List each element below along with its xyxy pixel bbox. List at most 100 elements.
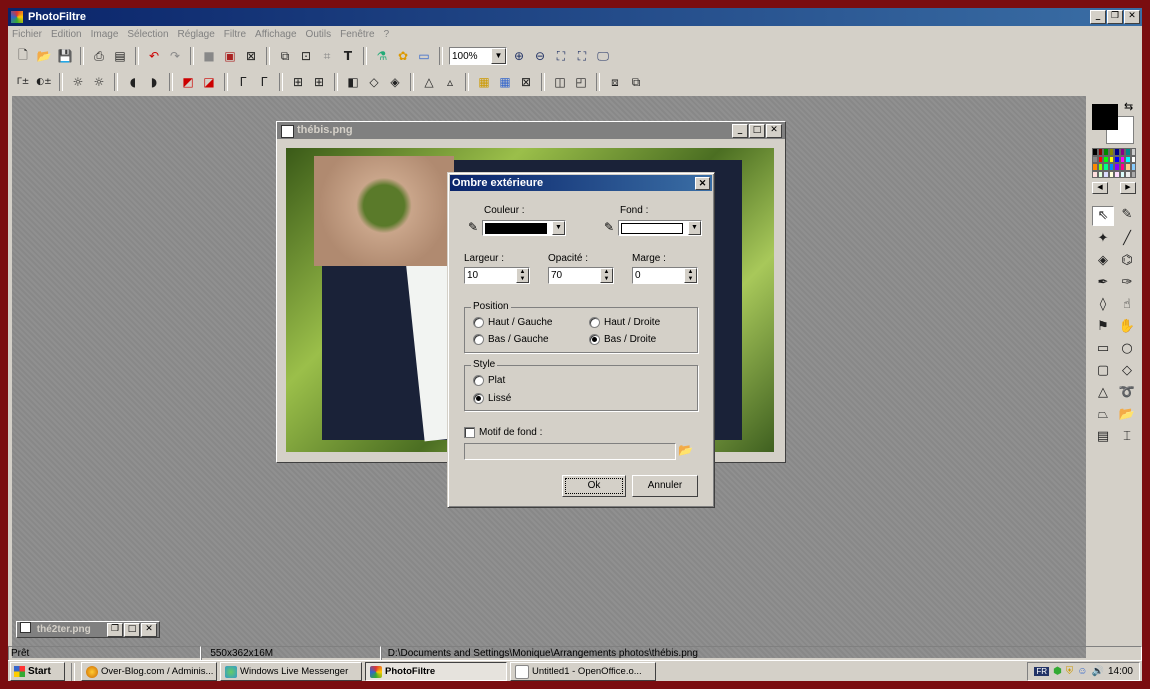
largeur-stepper[interactable]: 10 ▲ ▼: [464, 267, 530, 284]
saturation-plus-icon[interactable]: ◪: [200, 73, 218, 91]
brightness-minus-icon[interactable]: ☼: [69, 73, 87, 91]
batch-2-icon[interactable]: ⧉: [627, 73, 645, 91]
menu-fichier[interactable]: Fichier: [12, 26, 42, 43]
open-folder-icon[interactable]: 📂: [35, 47, 53, 65]
new-file-icon[interactable]: 🗋: [14, 47, 32, 65]
smudge-finger-icon[interactable]: ☝: [1116, 296, 1138, 314]
auto-contrast-icon[interactable]: ◐±: [35, 73, 53, 91]
print-icon[interactable]: ⎙: [90, 47, 108, 65]
advanced-brush-icon[interactable]: ✑: [1116, 274, 1138, 292]
restore-button[interactable]: ❐: [1107, 10, 1123, 24]
spray-icon[interactable]: ⌬: [1116, 252, 1138, 270]
fit-window-icon[interactable]: ⛶: [552, 47, 570, 65]
fond-select[interactable]: ▼: [618, 220, 702, 236]
scan-icon[interactable]: ▤: [111, 47, 129, 65]
drop-icon[interactable]: ◇: [365, 73, 383, 91]
couleur-eyedropper-icon[interactable]: ✎: [468, 220, 478, 234]
task-photofiltre[interactable]: PhotoFiltre: [365, 662, 507, 681]
motif-path-field[interactable]: [464, 443, 676, 460]
stamp-icon[interactable]: ⚑: [1092, 318, 1114, 336]
spin-arrows-icon[interactable]: ▲ ▼: [516, 268, 529, 283]
palette-scroll-right-icon[interactable]: ▶: [1120, 182, 1136, 194]
contrast-minus-icon[interactable]: ◖: [124, 73, 142, 91]
crop-icon[interactable]: ⌗: [318, 47, 336, 65]
saturation-minus-icon[interactable]: ◩: [179, 73, 197, 91]
chevron-down-icon[interactable]: ▼: [491, 48, 506, 64]
zoom-select[interactable]: 100% ▼: [449, 47, 507, 65]
rotate-icon[interactable]: ◰: [572, 73, 590, 91]
frame-3-icon[interactable]: ⊠: [517, 73, 535, 91]
drop-shadow-dialog[interactable]: Ombre extérieure ✕ Couleur : Fond : ✎ ▼ …: [447, 172, 715, 508]
menu-reglage[interactable]: Réglage: [178, 26, 215, 43]
blur-icon[interactable]: ◧: [344, 73, 362, 91]
canvas-size-icon[interactable]: ⊡: [297, 47, 315, 65]
cancel-button[interactable]: Annuler: [632, 475, 698, 497]
fill-bucket-icon[interactable]: ◈: [1092, 252, 1114, 270]
menu-filtre[interactable]: Filtre: [224, 26, 246, 43]
save-icon[interactable]: 💾: [56, 47, 74, 65]
radio-bas-droite[interactable]: Bas / Droite: [589, 334, 656, 345]
flip-icon[interactable]: ◫: [551, 73, 569, 91]
radio-haut-droite[interactable]: Haut / Droite: [589, 317, 660, 328]
fullscreen-icon[interactable]: 🖵: [594, 47, 612, 65]
image-size-icon[interactable]: ⧉: [276, 47, 294, 65]
lasso-icon[interactable]: ➰: [1116, 384, 1138, 402]
rounded-rect-select-icon[interactable]: ▢: [1092, 362, 1114, 380]
volume-icon[interactable]: 🔊: [1092, 666, 1104, 677]
plugin-icon[interactable]: ⚗: [373, 47, 391, 65]
window-icon[interactable]: ▭: [415, 47, 433, 65]
drop-2-icon[interactable]: ◈: [386, 73, 404, 91]
close-button[interactable]: ✕: [1124, 10, 1140, 24]
zoom-in-icon[interactable]: ⊕: [510, 47, 528, 65]
language-indicator[interactable]: FR: [1034, 667, 1050, 676]
doc-close-button[interactable]: ✕: [766, 124, 782, 138]
chevron-down-icon[interactable]: ▼: [552, 221, 565, 235]
brush-icon[interactable]: ✒: [1092, 274, 1114, 292]
menu-edition[interactable]: Edition: [51, 26, 82, 43]
sharpen-icon[interactable]: △: [420, 73, 438, 91]
security-shield-icon[interactable]: ⛨: [1066, 666, 1074, 677]
color-mode-icon[interactable]: ▣: [221, 47, 239, 65]
start-button[interactable]: Start: [10, 662, 65, 681]
eyedropper-icon[interactable]: ✎: [1116, 206, 1138, 224]
selection-arrow-icon[interactable]: ⇖: [1092, 206, 1114, 226]
radio-haut-gauche[interactable]: Haut / Gauche: [473, 317, 552, 328]
ellipse-select-icon[interactable]: ○: [1116, 340, 1138, 358]
grid-filter-2-icon[interactable]: ⊞: [310, 73, 328, 91]
text-selection-icon[interactable]: ⌶: [1116, 428, 1138, 446]
gamma-plus-icon[interactable]: Γ: [255, 73, 273, 91]
menu-image[interactable]: Image: [91, 26, 119, 43]
automate-icon[interactable]: ✿: [394, 47, 412, 65]
auto-levels-icon[interactable]: Γ±: [14, 73, 32, 91]
task-openoffice[interactable]: Untitled1 - OpenOffice.o...: [510, 662, 656, 681]
couleur-select[interactable]: ▼: [482, 220, 566, 236]
marge-stepper[interactable]: 0 ▲ ▼: [632, 267, 698, 284]
chevron-down-icon[interactable]: ▼: [688, 221, 701, 235]
actual-size-icon[interactable]: ⛶: [573, 47, 591, 65]
contrast-plus-icon[interactable]: ◗: [145, 73, 163, 91]
line-tool-icon[interactable]: ╱: [1116, 230, 1138, 248]
batch-icon[interactable]: ⧈: [606, 73, 624, 91]
magic-wand-icon[interactable]: ✦: [1092, 230, 1114, 248]
grey-square-icon[interactable]: ■: [200, 47, 218, 65]
grid-filter-icon[interactable]: ⊞: [289, 73, 307, 91]
palette-scroll-left-icon[interactable]: ◀: [1092, 182, 1108, 194]
minimized-document-window[interactable]: thé2ter.png ❐ □ ✕: [16, 621, 160, 638]
ok-button[interactable]: Ok: [562, 475, 626, 497]
brightness-plus-icon[interactable]: ☼: [90, 73, 108, 91]
open-selection-icon[interactable]: 📂: [1116, 406, 1138, 424]
opacite-stepper[interactable]: 70 ▲ ▼: [548, 267, 614, 284]
undo-icon[interactable]: ↶: [145, 47, 163, 65]
rectangle-select-icon[interactable]: ▭: [1092, 340, 1114, 358]
diamond-select-icon[interactable]: ◇: [1116, 362, 1138, 380]
blur-drop-icon[interactable]: ◊: [1092, 296, 1114, 314]
task-over-blog[interactable]: Over-Blog.com / Adminis...: [81, 662, 217, 681]
doc-maximize-button[interactable]: □: [749, 124, 765, 138]
zoom-out-icon[interactable]: ⊖: [531, 47, 549, 65]
dialog-title-bar[interactable]: Ombre extérieure ✕: [450, 175, 712, 191]
frame-2-icon[interactable]: ▦: [496, 73, 514, 91]
min-restore-button[interactable]: ❐: [107, 623, 123, 637]
frame-icon[interactable]: ▦: [475, 73, 493, 91]
min-close-button[interactable]: ✕: [141, 623, 157, 637]
menu-help[interactable]: ?: [384, 26, 390, 43]
